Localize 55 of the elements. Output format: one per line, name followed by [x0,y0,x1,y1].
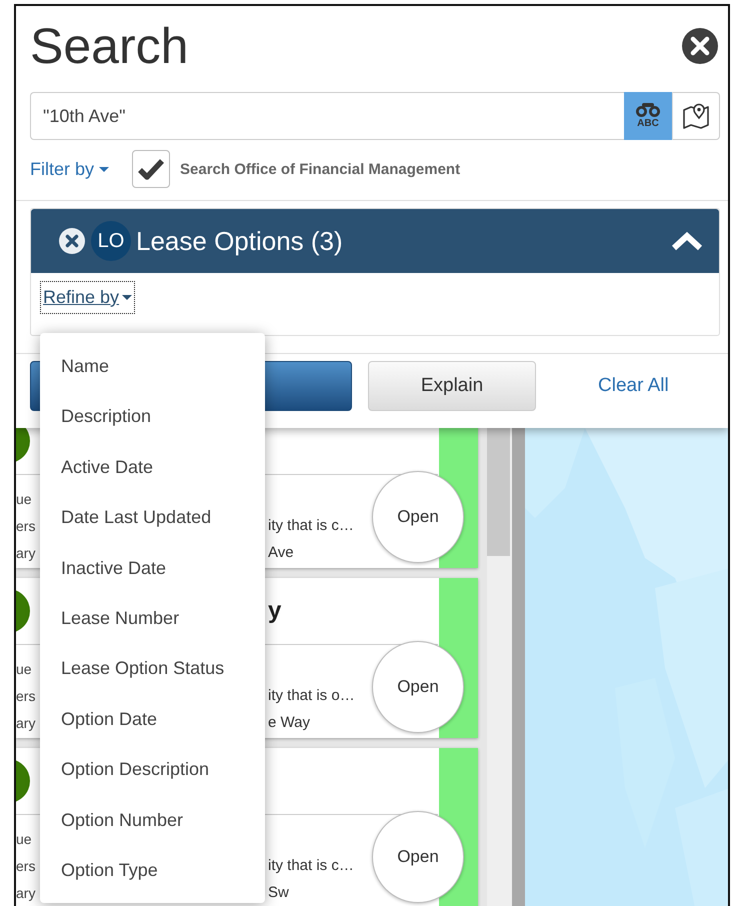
result-title: y [268,597,282,625]
result-text: ity that is c… [268,856,354,876]
scrollbar-thumb[interactable] [487,428,510,556]
menu-item[interactable]: Option Description [40,744,265,795]
result-text: ity that is c… [268,516,354,536]
result-text: ue [16,660,33,679]
result-text: ary [16,884,36,903]
result-text: Ave [268,543,295,563]
menu-item[interactable]: Lease Option Status [40,643,265,694]
result-text: ers [16,687,36,706]
result-text: ary [16,544,36,563]
menu-item[interactable]: Option Number [40,794,265,845]
filter-dropdown[interactable]: Filter by [30,158,110,180]
collapse-button[interactable] [671,231,703,251]
chevron-up-icon [671,231,703,251]
category-badge: LO [91,221,131,261]
map-pin-icon [682,103,710,129]
map-search-button[interactable] [672,92,720,140]
menu-item[interactable]: Inactive Date [40,542,265,593]
menu-item[interactable]: Active Date [40,442,265,492]
result-text: ue [16,830,33,849]
result-text: ers [16,857,36,876]
close-icon [682,28,718,64]
menu-item[interactable]: Description [40,391,265,442]
binoculars-icon [635,103,661,117]
panel-title: Search [30,17,188,75]
result-text: ers [16,517,36,536]
result-text: ity that is o… [268,686,355,706]
menu-item[interactable]: Option Type [40,844,265,896]
menu-item[interactable]: Date Last Updated [40,492,265,543]
result-text: ary [16,714,36,733]
checkmark-icon [138,158,164,180]
close-button[interactable] [682,28,718,64]
explain-button[interactable]: Explain [368,361,536,411]
result-text: ue [16,490,33,509]
category-header[interactable]: LO Lease Options (3) [31,209,719,273]
result-text: e Way [268,713,311,733]
refine-dropdown[interactable]: Refine by [40,281,136,314]
clear-link[interactable]: Clear All [588,361,679,411]
open-button[interactable]: Open [372,471,464,563]
checkbox-label: Search Office of Financial Management [180,160,460,178]
text-search-button[interactable]: ABC [624,92,672,140]
caret-icon [122,295,132,300]
menu-item[interactable]: Option Date [40,694,265,744]
open-button[interactable]: Open [372,641,464,733]
close-icon [59,228,85,254]
menu-item[interactable]: Lease Number [40,592,265,644]
menu-item[interactable]: Name [40,341,265,392]
remove-button[interactable] [59,228,85,254]
result-text: Sw [268,883,290,903]
caret-icon [99,166,110,172]
search-field[interactable]: "10th Ave" [30,92,624,140]
open-button[interactable]: Open [372,811,464,903]
category-title: Lease Options (3) [136,226,344,256]
checkbox[interactable] [132,150,170,188]
